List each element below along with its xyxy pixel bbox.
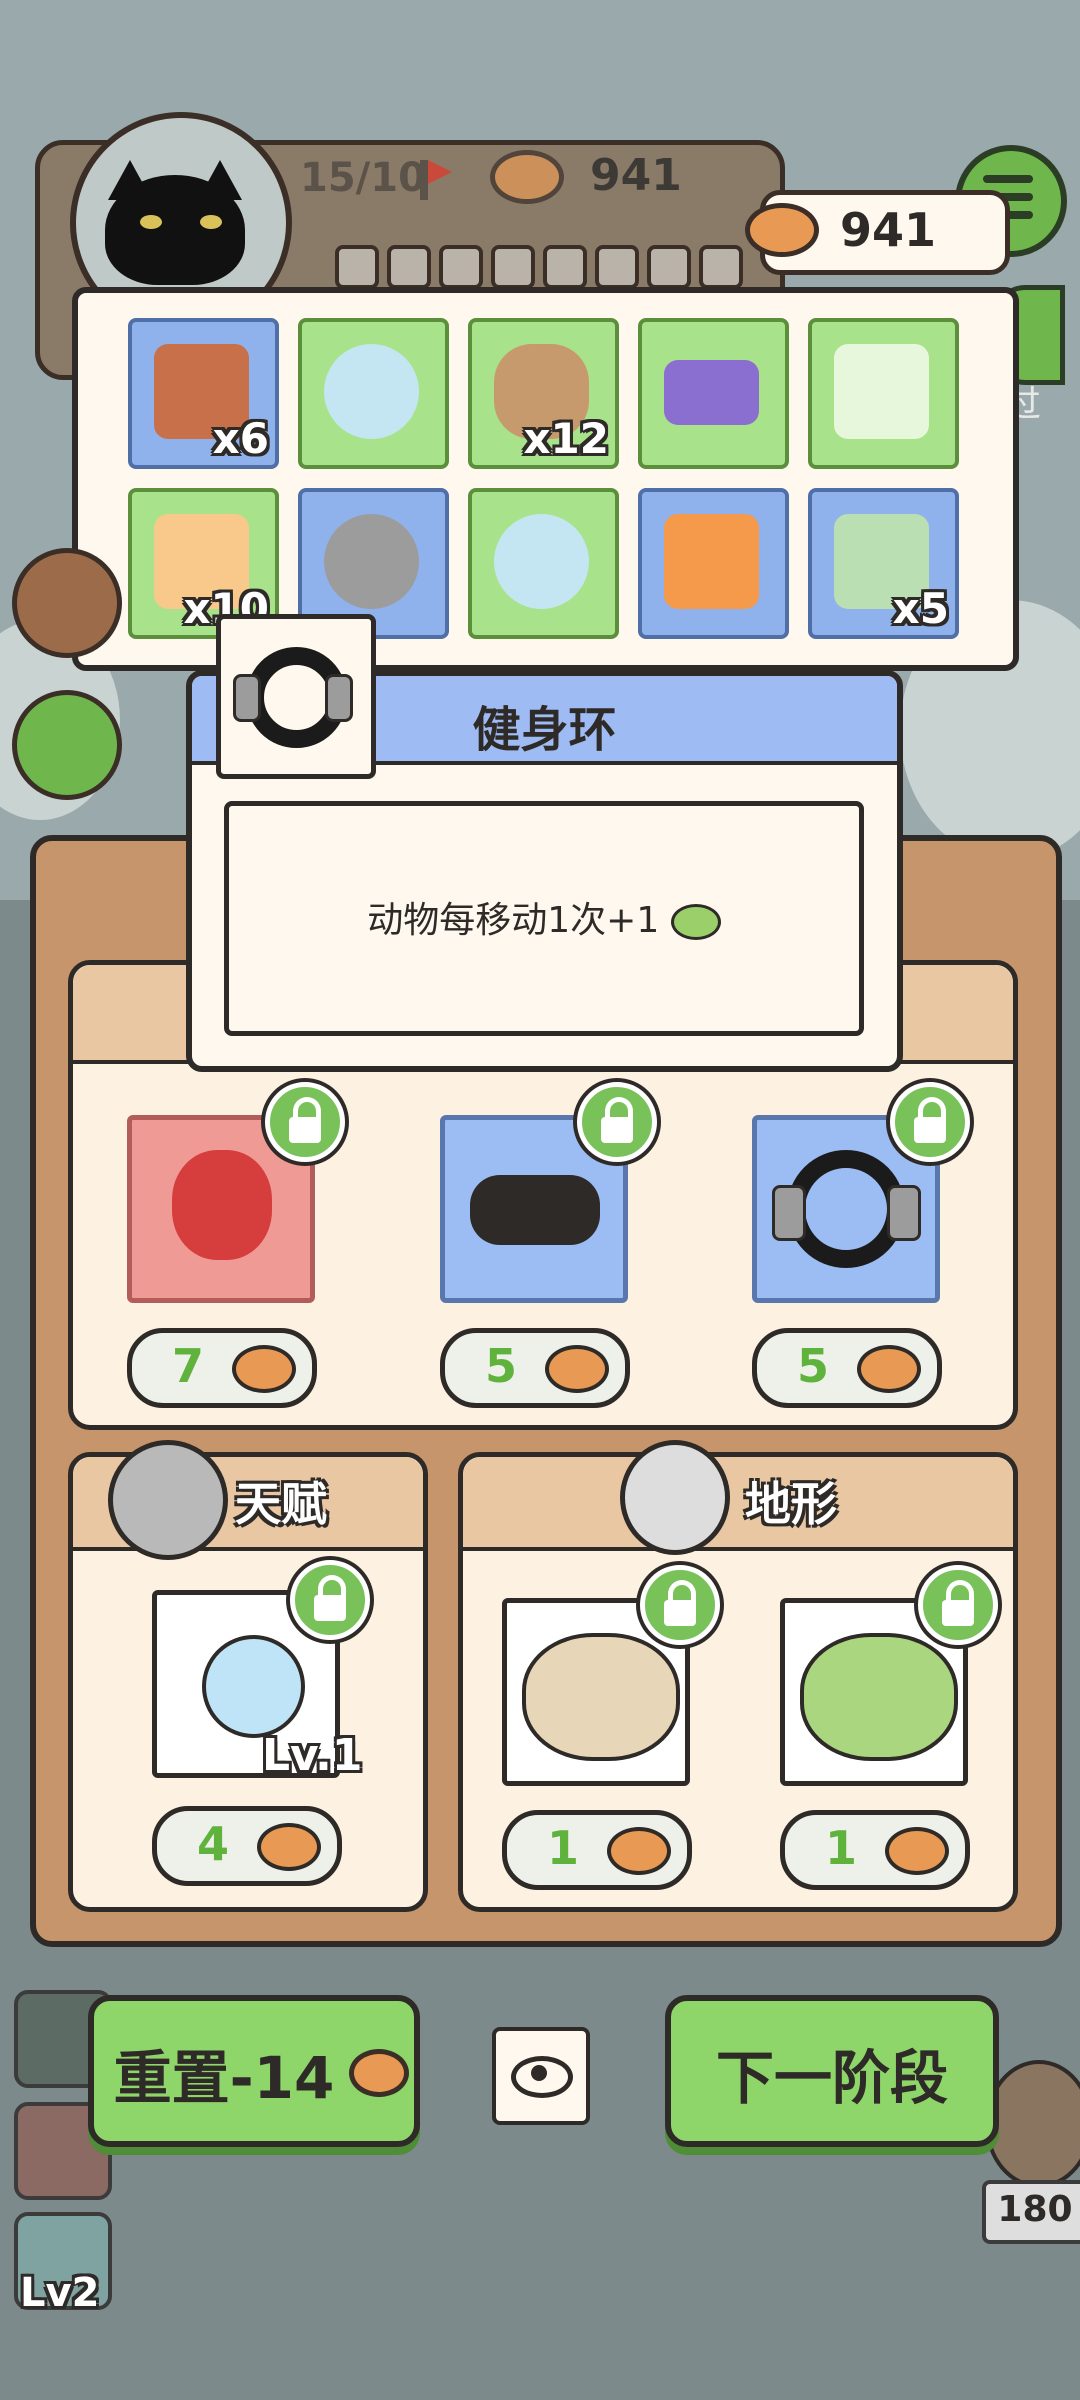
unlock-icon[interactable] [290,1560,370,1640]
black-cat-icon [105,175,245,285]
unlock-icon[interactable] [890,1082,970,1162]
price-value: 7 [172,1339,205,1393]
flag-icon [428,160,452,184]
kiwi-bird-icon [985,2060,1080,2188]
side-button[interactable] [12,548,122,658]
cat-eye [200,215,222,229]
cat-can-icon [885,1827,949,1875]
currency-display: 941 [745,190,1010,275]
snow-globe-icon [324,344,419,439]
tooltip-body: 动物每移动1次+1 [224,801,864,1036]
tooltip-description-text: 动物每移动1次+1 [367,900,660,941]
unlock-icon[interactable] [640,1565,720,1645]
item-count: x5 [892,584,949,633]
price-value: 4 [197,1817,230,1871]
tooltip-description: 动物每移动1次+1 [229,891,859,943]
hamster-icon [108,1440,228,1560]
ticket-icon [834,344,929,439]
flag-icon [420,160,428,200]
inventory-slot-chimney[interactable]: x6 [128,318,279,469]
price-value: 1 [825,1821,858,1875]
price-value: 5 [485,1339,518,1393]
moves-counter: 15/10 [300,155,426,201]
counter-box: 180 [982,2180,1080,2244]
windup-mouse-icon [324,514,419,609]
ring-handle [325,674,353,722]
talent-level: Lv.1 [262,1730,363,1781]
cat-can-icon [349,2049,409,2097]
next-stage-button[interactable]: 下一阶段 [665,1995,999,2147]
price-tag: 1 [502,1810,692,1890]
inventory-slot-snow-globe[interactable] [468,488,619,639]
inventory-slot-coffee[interactable]: x12 [468,318,619,469]
rocks-icon [620,1440,730,1555]
price-tag: 7 [127,1328,317,1408]
terrain-title: 地形 [745,1477,837,1531]
cat-can-icon [232,1345,296,1393]
price-tag: 4 [152,1806,342,1886]
inventory-slot-clover-charm[interactable]: x5 [808,488,959,639]
credit-card-icon [664,360,759,425]
gift-bag-icon [172,1150,272,1260]
price-tag: 1 [780,1810,970,1890]
ring-handle [772,1185,806,1241]
unlock-icon[interactable] [265,1082,345,1162]
cat-can-icon [607,1827,671,1875]
cat-can-icon [490,150,564,204]
price-value: 1 [547,1821,580,1875]
eye-toggle-button[interactable] [492,2027,590,2125]
unlock-icon[interactable] [577,1082,657,1162]
potion-icon [202,1635,305,1738]
cat-can-icon [545,1345,609,1393]
reset-label: 重置-14 [113,2044,335,2112]
currency-back: 941 [590,150,682,201]
terrain-panel-header [463,1457,1013,1551]
inventory-slot-snow-globe[interactable] [298,318,449,469]
inventory-slot-minus-card[interactable] [638,488,789,639]
reset-button[interactable]: 重置-14 [88,1995,420,2147]
gameboy-button[interactable] [12,690,122,800]
next-stage-label: 下一阶段 [715,2044,948,2112]
talent-title: 天赋 [235,1477,327,1531]
coin-icon [670,904,721,940]
creature-count: 180 [997,2189,1073,2230]
price-tag: 5 [440,1328,630,1408]
binoculars-icon [470,1175,600,1245]
eye-pupil [531,2065,547,2081]
cat-can-icon [257,1823,321,1871]
currency-value: 941 [840,203,937,257]
price-value: 5 [797,1339,830,1393]
inventory-slot-ticket[interactable] [808,318,959,469]
price-tag: 5 [752,1328,942,1408]
snow-globe-icon [494,514,589,609]
tooltip-item-icon [216,614,376,779]
progress-segments [335,245,743,289]
cat-can-icon [745,203,819,257]
grass-terrain-icon [800,1633,958,1761]
cat-eye [140,215,162,229]
sand-terrain-icon [522,1633,680,1761]
minus-one-card-icon [664,514,759,609]
item-count: x6 [212,414,269,463]
ring-handle [887,1185,921,1241]
unlock-icon[interactable] [918,1565,998,1645]
ring-handle [233,674,261,722]
item-count: x12 [523,414,609,463]
inventory-panel: x6 x12 x10 x5 [72,287,1019,671]
inventory-slot-card[interactable] [638,318,789,469]
cat-can-icon [857,1345,921,1393]
side-level: Lv2 [20,2270,100,2316]
